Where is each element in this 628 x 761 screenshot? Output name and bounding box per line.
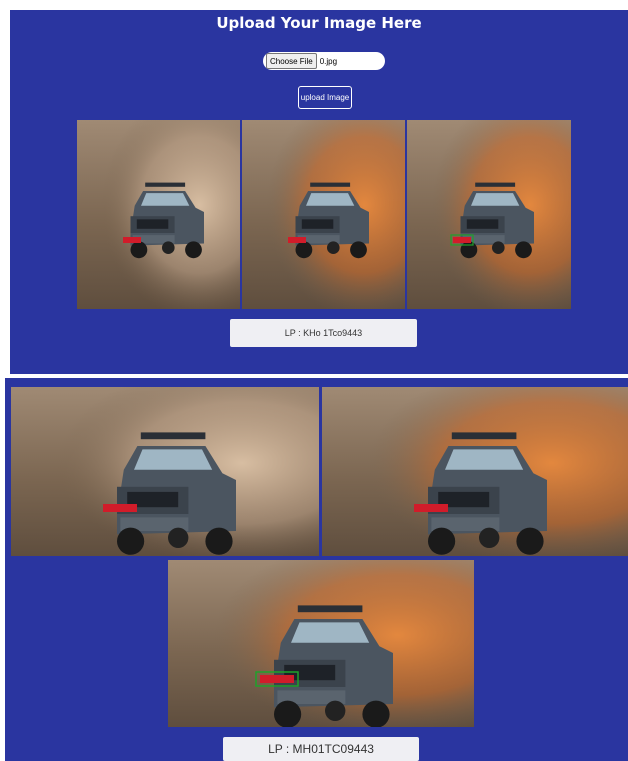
upload-panel: Upload Your Image Here Choose File 0.jpg… xyxy=(10,10,628,374)
result-panel: LP : MH01TC09443 xyxy=(5,378,628,761)
suv-photo-icon xyxy=(11,387,319,556)
upload-image-button[interactable]: upload Image xyxy=(298,86,352,109)
enhanced-image xyxy=(242,120,405,309)
choose-file-button[interactable]: Choose File xyxy=(266,53,317,69)
license-plate xyxy=(123,237,141,243)
result-text-bottom: LP : MH01TC09443 xyxy=(223,737,419,761)
suv-photo-icon xyxy=(242,120,405,309)
detected-image xyxy=(407,120,571,309)
original-image xyxy=(77,120,240,309)
suv-photo-icon xyxy=(77,120,240,309)
file-input[interactable]: Choose File 0.jpg xyxy=(263,52,385,70)
license-plate xyxy=(288,237,306,243)
suv-photo-icon xyxy=(407,120,571,309)
detected-image-large xyxy=(168,560,474,727)
suv-photo-icon xyxy=(322,387,628,556)
original-image-large xyxy=(11,387,319,556)
page-title: Upload Your Image Here xyxy=(216,14,422,32)
enhanced-image-large xyxy=(322,387,628,556)
license-plate xyxy=(414,504,448,512)
license-plate xyxy=(453,237,471,243)
selected-file-name: 0.jpg xyxy=(319,56,338,66)
suv-photo-icon xyxy=(168,560,474,727)
result-text-top: LP : KHo 1Tco9443 xyxy=(230,319,417,347)
license-plate xyxy=(103,504,137,512)
license-plate xyxy=(260,675,294,683)
